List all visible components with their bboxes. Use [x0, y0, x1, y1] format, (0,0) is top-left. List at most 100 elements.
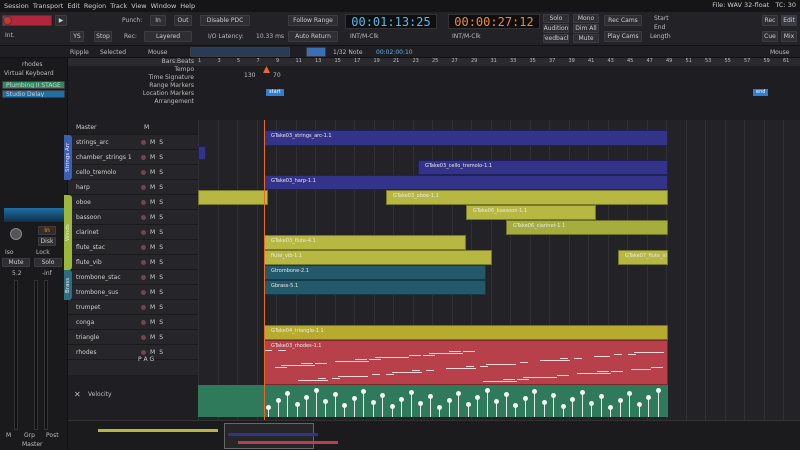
playhead[interactable]: [264, 120, 265, 420]
record-arm-button[interactable]: [141, 229, 146, 235]
track-name[interactable]: trombone_stac: [76, 274, 138, 281]
master-mute-button[interactable]: M: [144, 124, 149, 131]
track-header[interactable]: trumpet M S: [68, 300, 198, 315]
stop-mode-button[interactable]: Stop: [94, 31, 112, 42]
solo-button[interactable]: S: [159, 304, 163, 311]
edit-window-button[interactable]: Edit: [781, 15, 797, 26]
velocity-handle[interactable]: [285, 391, 290, 396]
panner-widget[interactable]: [4, 208, 64, 222]
track-name[interactable]: oboe: [76, 199, 138, 206]
midi-note[interactable]: [648, 352, 664, 353]
velocity-handle[interactable]: [446, 398, 452, 403]
record-arm-button[interactable]: [141, 319, 146, 325]
velocity-handle[interactable]: [560, 404, 566, 409]
midi-note[interactable]: [386, 374, 394, 375]
velocity-handle[interactable]: [494, 399, 499, 404]
menu-view[interactable]: View: [131, 2, 146, 10]
velocity-handle[interactable]: [275, 398, 281, 403]
midi-note[interactable]: [369, 359, 381, 360]
group-tab-brass[interactable]: Brass: [64, 270, 72, 300]
mute-button[interactable]: M: [150, 319, 155, 326]
velocity-handle[interactable]: [598, 394, 604, 399]
edit-mode-select[interactable]: Ripple: [70, 49, 89, 56]
group-tab-strings[interactable]: Strings Arr: [64, 135, 72, 180]
region-triangle[interactable]: GTake04_triangle-1.1: [264, 325, 668, 340]
solo-button[interactable]: S: [159, 139, 163, 146]
velocity-handle[interactable]: [475, 395, 480, 400]
dim-all-button[interactable]: Dim All: [573, 24, 599, 33]
midi-note[interactable]: [278, 350, 286, 351]
velocity-handle[interactable]: [541, 400, 547, 405]
solo-button[interactable]: S: [159, 349, 163, 356]
velocity-handle[interactable]: [608, 405, 613, 410]
track-header[interactable]: trombone_sus M S: [68, 285, 198, 300]
plugin-slot-1[interactable]: Plumbing II STAGE: [2, 81, 65, 89]
strip-solo-button[interactable]: Solo: [34, 258, 62, 267]
record-arm-button[interactable]: [141, 169, 146, 175]
menu-transport[interactable]: Transport: [33, 2, 64, 10]
region-strings-arc[interactable]: GTake03_strings_arc-1.1: [264, 130, 668, 146]
midi-note[interactable]: [406, 372, 422, 373]
output-button[interactable]: Master: [22, 441, 43, 448]
solo-button[interactable]: S: [159, 199, 163, 206]
mute-button[interactable]: M: [150, 274, 155, 281]
region-clarinet[interactable]: GTake06_clarinet-1.1: [506, 220, 668, 235]
velocity-handle[interactable]: [456, 391, 461, 396]
midi-note[interactable]: [412, 370, 420, 371]
track-header[interactable]: trombone_stac M S: [68, 270, 198, 285]
velocity-handle[interactable]: [294, 402, 300, 407]
zoom-focus-select[interactable]: Mouse: [770, 49, 789, 56]
solo-button[interactable]: S: [159, 169, 163, 176]
velocity-handle[interactable]: [437, 405, 442, 410]
strip-mute-button[interactable]: Mute: [2, 258, 30, 267]
solo-button[interactable]: S: [159, 274, 163, 281]
mute-button[interactable]: M: [150, 349, 155, 356]
midi-note[interactable]: [574, 358, 582, 359]
sync-source-secondary[interactable]: INT/M-Clk: [452, 33, 481, 40]
menu-track[interactable]: Track: [110, 2, 127, 10]
location-marker-end[interactable]: end: [753, 89, 769, 96]
track-header[interactable]: chamber_strings 1 MS: [68, 150, 198, 165]
rec-mode-select[interactable]: Layered: [144, 31, 192, 42]
velocity-handle[interactable]: [427, 394, 433, 399]
audition-button[interactable]: Audition: [543, 24, 569, 33]
velocity-handle[interactable]: [579, 390, 585, 395]
nudge-clock[interactable]: 00:02:00:10: [376, 49, 413, 56]
velocity-handle[interactable]: [323, 399, 328, 404]
mute-button[interactable]: M: [150, 184, 155, 191]
play-range-button[interactable]: ▶: [55, 15, 67, 26]
summary-viewport[interactable]: [224, 423, 314, 449]
velocity-handle[interactable]: [646, 395, 651, 400]
plugin-slot-2[interactable]: Studio Delay: [2, 90, 65, 98]
solo-button[interactable]: S: [159, 229, 163, 236]
midi-note[interactable]: [312, 380, 328, 381]
midi-note[interactable]: [275, 367, 287, 368]
mute-button[interactable]: M: [150, 259, 155, 266]
tempo-value-1[interactable]: 130: [244, 72, 255, 79]
velocity-handle[interactable]: [351, 396, 357, 401]
velocity-handle[interactable]: [408, 390, 414, 395]
track-header[interactable]: triangle M S: [68, 330, 198, 345]
track-header[interactable]: rhodes M S: [68, 345, 198, 360]
velocity-handle[interactable]: [370, 400, 376, 405]
midi-note[interactable]: [480, 366, 488, 367]
rec-cams-button[interactable]: Rec Cams: [604, 15, 642, 26]
track-header[interactable]: clarinet M S: [68, 225, 198, 240]
region-trombone-stac[interactable]: Gtrombone-2.1: [264, 265, 486, 280]
midi-note[interactable]: [503, 379, 515, 380]
strip-name[interactable]: rhodes: [22, 61, 42, 68]
punch-in-button[interactable]: In: [150, 15, 166, 26]
track-name[interactable]: cello_tremolo: [76, 169, 138, 176]
midi-note[interactable]: [443, 353, 463, 354]
menu-region[interactable]: Region: [84, 2, 106, 10]
midi-note[interactable]: [557, 375, 569, 376]
solo-button[interactable]: Solo: [543, 14, 569, 23]
gain-fader[interactable]: [14, 280, 18, 430]
tempo-value-2[interactable]: 70: [273, 72, 281, 79]
mute-button[interactable]: M: [150, 334, 155, 341]
velocity-handle[interactable]: [532, 389, 537, 394]
solo-button[interactable]: S: [159, 244, 163, 251]
track-name[interactable]: chamber_strings 1: [76, 154, 138, 161]
velocity-handle[interactable]: [570, 397, 575, 402]
record-arm-button[interactable]: [141, 244, 146, 250]
